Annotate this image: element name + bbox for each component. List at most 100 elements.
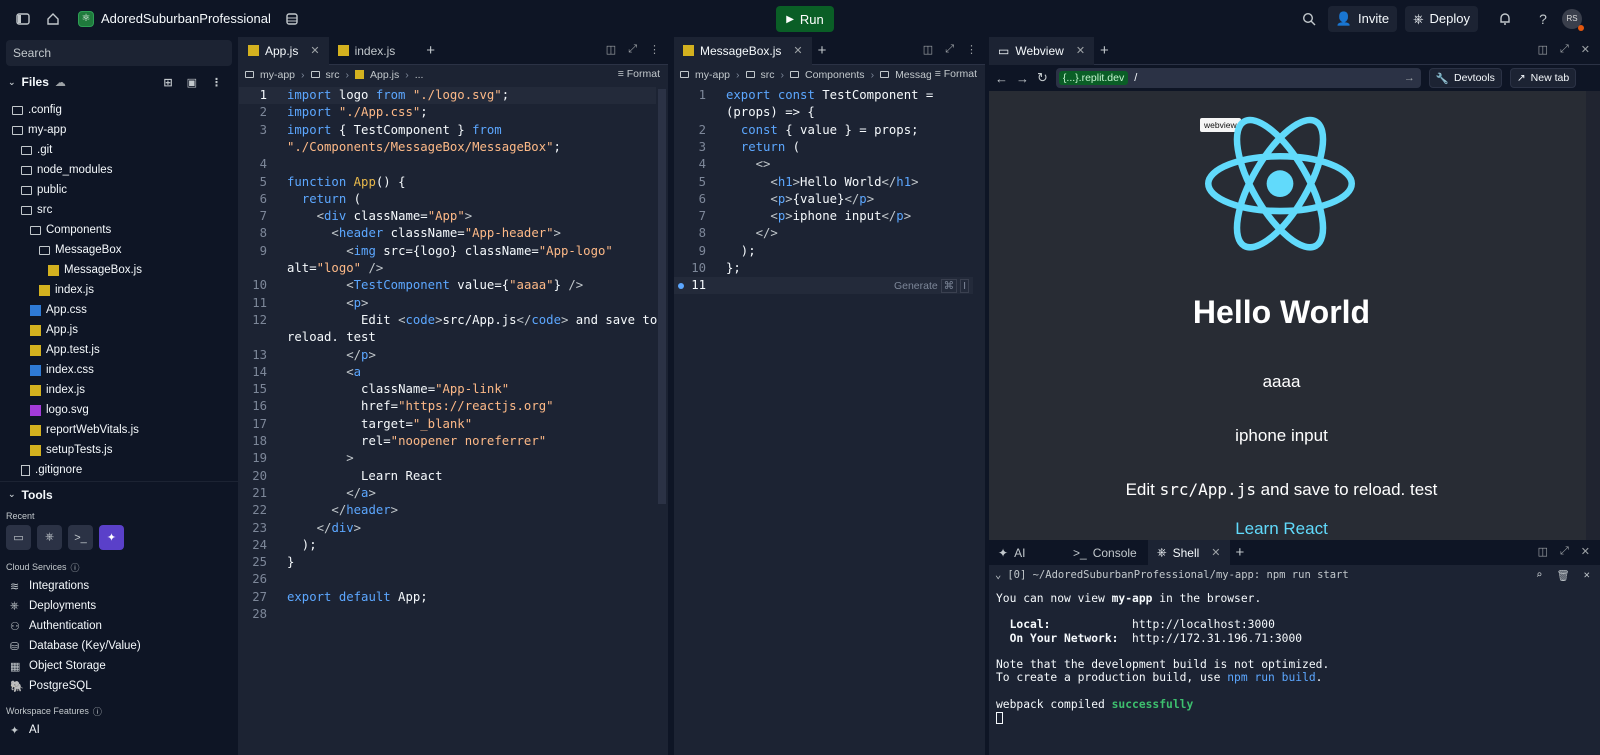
expand-icon[interactable]: ⤢ [1560, 545, 1569, 558]
reload-icon[interactable]: ↻ [1037, 70, 1048, 86]
file-tree-item[interactable]: reportWebVitals.js [0, 420, 238, 440]
search-input[interactable]: Search [6, 40, 232, 66]
expand-icon[interactable]: ⤢ [945, 43, 954, 56]
home-icon[interactable] [42, 8, 64, 30]
file-tree-item[interactable]: MessageBox.js [0, 260, 238, 280]
search-icon[interactable] [1298, 8, 1320, 30]
run-button[interactable]: ▶ Run [776, 6, 834, 32]
tools-header[interactable]: ⌄ Tools [0, 481, 238, 507]
close-icon[interactable]: ✕ [1584, 569, 1590, 582]
more-options-icon[interactable]: ⋮ [211, 76, 222, 89]
file-tree-item[interactable]: index.js [0, 380, 238, 400]
file-tree-item[interactable]: logo.svg [0, 400, 238, 420]
shell-command-bar[interactable]: ⌄ [0] ~/AdoredSuburbanProfessional/my-ap… [989, 565, 1600, 585]
close-icon[interactable]: ✕ [310, 44, 319, 57]
repl-title[interactable]: AdoredSuburbanProfessional [101, 11, 271, 26]
invite-button[interactable]: 👤 Invite [1327, 5, 1398, 32]
file-tree-item[interactable]: public [0, 180, 238, 200]
generate-hint[interactable]: Generate ⌘ I [894, 278, 969, 295]
more-options-icon[interactable]: ⋮ [966, 43, 977, 56]
service-item[interactable]: ⎈ Deployments [0, 596, 238, 616]
new-folder-icon[interactable]: ▣ [187, 76, 197, 89]
tab-console[interactable]: >_ Console [1064, 540, 1148, 565]
back-icon[interactable]: ← [995, 71, 1008, 86]
expand-icon[interactable]: ⤢ [1560, 43, 1569, 56]
close-icon[interactable]: ✕ [1581, 545, 1590, 558]
file-tree-item[interactable]: Components [0, 220, 238, 240]
file-tree-item[interactable]: setupTests.js [0, 440, 238, 460]
file-tree-item[interactable]: App.css [0, 300, 238, 320]
file-tree-item[interactable]: index.css [0, 360, 238, 380]
service-item[interactable]: ⛁ Database (Key/Value) [0, 636, 238, 656]
file-tree-item[interactable]: App.js [0, 320, 238, 340]
scrollbar[interactable] [1586, 91, 1600, 540]
split-pane-icon[interactable]: ◫ [1538, 545, 1548, 558]
tab-webview[interactable]: ▭ Webview ✕ [989, 36, 1095, 65]
repl-info-icon[interactable] [281, 8, 303, 30]
service-item[interactable]: ≋ Integrations [0, 576, 238, 596]
close-icon[interactable]: ✕ [1211, 546, 1220, 559]
breadcrumb-item[interactable]: my-app [695, 69, 730, 81]
pane-divider[interactable] [985, 37, 989, 755]
split-pane-icon[interactable]: ◫ [1538, 43, 1548, 56]
new-file-icon[interactable]: ⊞ [163, 76, 172, 89]
file-tree-item[interactable]: .config [0, 100, 238, 120]
files-header[interactable]: ⌄ Files ☁ ⊞ ▣ ⋮ [0, 69, 238, 95]
go-arrow-icon[interactable]: → [1404, 72, 1415, 84]
sidebar-toggle-icon[interactable] [12, 8, 34, 30]
code-editor[interactable]: 1 import logo from "./logo.svg"; 2 import "… [239, 84, 668, 755]
tab-shell[interactable]: ⎈ Shell ✕ [1148, 540, 1230, 565]
more-options-icon[interactable]: ⋮ [649, 43, 660, 56]
new-tab-button[interactable]: ↗ New tab [1509, 68, 1577, 88]
scrollbar[interactable] [658, 89, 666, 504]
pane-divider[interactable] [668, 37, 674, 755]
file-tree-item[interactable]: .git [0, 140, 238, 160]
file-tree-item[interactable]: MessageBox [0, 240, 238, 260]
breadcrumb-item[interactable]: App.js [370, 69, 399, 81]
close-icon[interactable]: ✕ [1076, 44, 1085, 57]
webview-tool-icon[interactable]: ▭ [6, 525, 31, 550]
add-tab-icon[interactable]: + [1100, 42, 1109, 59]
breadcrumb-item[interactable]: src [761, 69, 775, 81]
terminal-output[interactable]: You can now view my-app in the browser. … [989, 585, 1600, 724]
breadcrumb-item[interactable]: my-app [260, 69, 295, 81]
file-tree-item[interactable]: App.test.js [0, 340, 238, 360]
webview-content[interactable]: webview Hello World aaaa iphone input Ed… [989, 91, 1600, 540]
format-button[interactable]: ≡ Format [618, 68, 660, 80]
learn-react-link[interactable]: Learn React [989, 519, 1574, 539]
search-icon[interactable]: ⌕ [1536, 569, 1542, 582]
close-icon[interactable]: ✕ [1581, 43, 1590, 56]
deployments-tool-icon[interactable]: ⎈ [37, 525, 62, 550]
add-tab-icon[interactable]: + [818, 42, 827, 59]
file-tree-item[interactable]: my-app [0, 120, 238, 140]
add-tab-icon[interactable]: + [426, 42, 435, 59]
service-item[interactable]: ⚇ Authentication [0, 616, 238, 636]
help-icon[interactable]: ? [1532, 8, 1554, 30]
tab-ai[interactable]: ✦ AI [989, 540, 1064, 565]
clear-icon[interactable]: 🗑 [1556, 569, 1569, 582]
deploy-button[interactable]: ⎈ Deploy [1405, 5, 1478, 32]
shell-tool-icon[interactable]: >_ [68, 525, 93, 550]
forward-icon[interactable]: → [1016, 71, 1029, 86]
close-icon[interactable]: ✕ [793, 44, 802, 57]
split-pane-icon[interactable]: ◫ [923, 43, 933, 56]
breadcrumb-item[interactable]: src [326, 69, 340, 81]
breadcrumb-item[interactable]: Components [805, 69, 865, 81]
workspace-item[interactable]: ✦ AI [0, 720, 238, 740]
info-icon[interactable]: ⓘ [93, 705, 102, 718]
url-input[interactable]: {...}.replit.dev / → [1055, 68, 1421, 88]
code-editor[interactable]: 1 export const TestComponent = (props) => … [674, 84, 985, 755]
tab-messagebox-js[interactable]: MessageBox.js ✕ [674, 36, 812, 65]
file-tree-item[interactable]: .gitignore [0, 460, 238, 480]
ai-tool-icon[interactable]: ✦ [99, 525, 124, 550]
format-button[interactable]: ≡ Format [930, 68, 977, 80]
tab-index-js[interactable]: index.js [329, 37, 405, 65]
file-tree-item[interactable]: node_modules [0, 160, 238, 180]
add-tab-icon[interactable]: + [1236, 544, 1245, 561]
notifications-icon[interactable] [1494, 8, 1516, 30]
file-tree-item[interactable]: src [0, 200, 238, 220]
file-tree-item[interactable]: index.js [0, 280, 238, 300]
avatar[interactable]: RS [1562, 8, 1584, 31]
info-icon[interactable]: ⓘ [71, 561, 80, 574]
breadcrumb-item[interactable]: ... [415, 69, 424, 81]
